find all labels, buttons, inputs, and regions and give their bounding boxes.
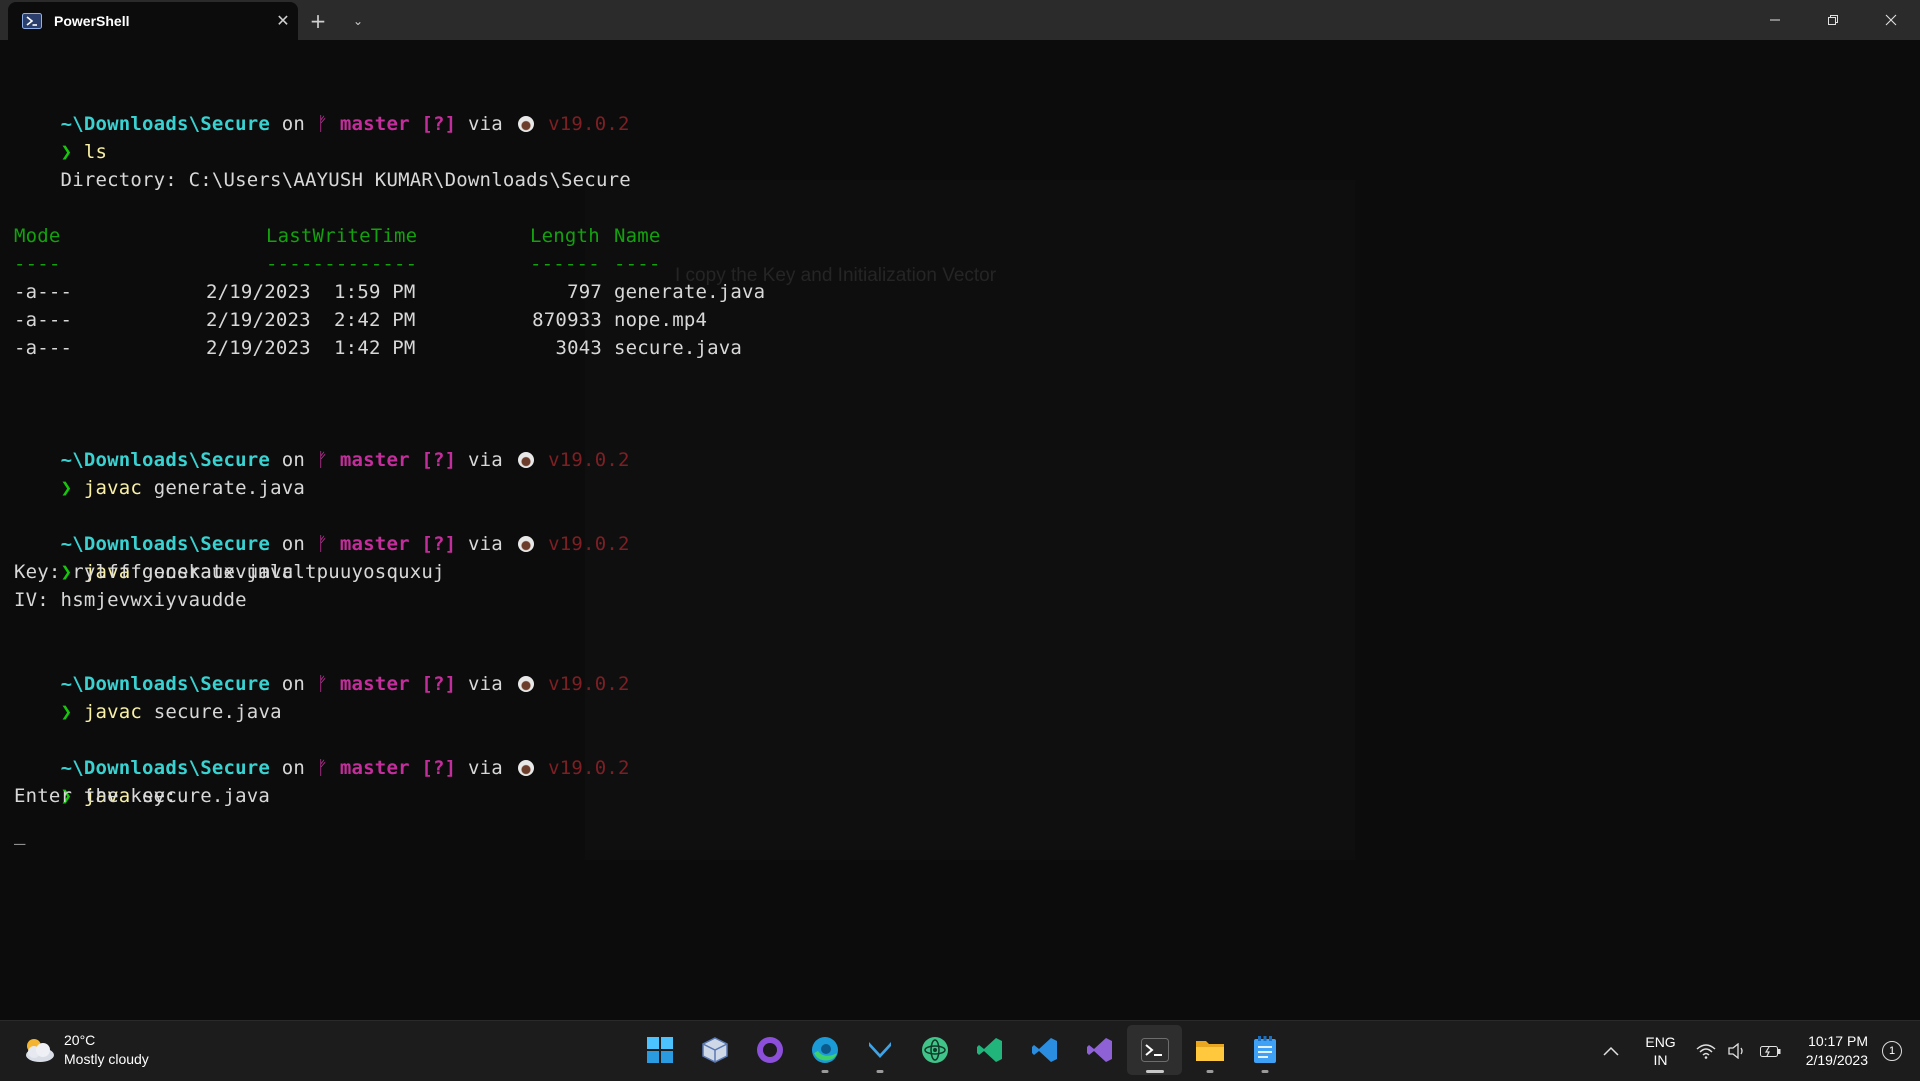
volume-icon[interactable] [1728,1043,1748,1059]
command-line: ❯ javac secure.java [60,701,282,723]
clock-time: 10:17 PM [1808,1033,1868,1049]
weather-condition: Mostly cloudy [64,1051,149,1067]
command-line: ❯ java secure.java [60,785,271,807]
terminal-pane[interactable]: I copy the Key and Initialization Vector… [0,40,1920,1020]
col-header-length: Length [530,225,600,247]
text-cursor[interactable]: _ [14,820,26,848]
git-branch-icon: ᚠ [316,533,329,555]
prompt-line: ~\Downloads\Secure on ᚠ master [?] via v… [60,533,630,555]
git-branch-icon: ᚠ [316,449,329,471]
node-icon [517,676,534,692]
clock-date: 2/19/2023 [1805,1052,1868,1068]
weather-temp: 20°C [64,1032,96,1048]
vscode-insiders-icon[interactable] [962,1025,1017,1075]
weather-widget[interactable]: 20°C Mostly cloudy [20,1031,149,1069]
atom-icon[interactable] [907,1025,962,1075]
prompt-line: ~\Downloads\Secure on ᚠ master [?] via v… [60,449,630,471]
restore-icon[interactable] [1804,0,1862,40]
command-line: ❯ ls [60,141,108,163]
github-desktop-icon[interactable] [742,1025,797,1075]
command-line: ❯ java generate.java [60,561,294,583]
prompt-line: ~\Downloads\Secure on ᚠ master [?] via v… [60,757,630,779]
node-icon [517,116,534,132]
language-indicator[interactable]: ENG IN [1645,1033,1675,1069]
terminal-icon[interactable] [1127,1025,1182,1075]
visual-studio-icon[interactable] [1072,1025,1127,1075]
node-icon [517,452,534,468]
output-iv-line: IV: hsmjevwxiyvaudde [14,589,247,611]
wifi-icon[interactable] [1696,1043,1716,1059]
table-row: -a--- [14,337,73,359]
col-header-mode: Mode [14,225,61,247]
system-tray: ENG IN 10:17 PM 2/19/2023 1 [1597,1021,1920,1081]
title-bar: PowerShell ✕ + ⌄ [0,0,1920,40]
virtualbox-icon[interactable] [687,1025,742,1075]
battery-icon[interactable] [1759,1044,1782,1058]
notification-badge[interactable]: 1 [1882,1041,1902,1061]
tab-powershell[interactable]: PowerShell ✕ [8,2,298,40]
node-icon [517,760,534,776]
node-icon [517,536,534,552]
chevron-down-icon[interactable]: ⌄ [338,2,378,40]
table-row: -a--- [14,309,73,331]
git-branch-icon: ᚠ [316,113,329,135]
vscode-icon[interactable] [1017,1025,1072,1075]
command-line: ❯ javac generate.java [60,477,305,499]
prompt-line: ~\Downloads\Secure on ᚠ master [?] via v… [60,673,630,695]
minimize-icon[interactable] [1746,0,1804,40]
col-header-lastwritetime: LastWriteTime [266,225,418,247]
table-row: -a--- [14,281,73,303]
close-icon[interactable] [1862,0,1920,40]
window-controls [1746,0,1920,40]
powershell-icon [22,13,42,29]
col-header-name: Name [614,225,661,247]
taskbar: 20°C Mostly cloudy ENG IN 10:17 PM 2/19/… [0,1020,1920,1081]
start-icon[interactable] [632,1025,687,1075]
clock[interactable]: 10:17 PM 2/19/2023 [1806,1032,1868,1070]
cursor-app-icon[interactable] [852,1025,907,1075]
prompt-line: ~\Downloads\Secure on ᚠ master [?] via v… [60,113,630,135]
output-key-line: Key: rylfffgooskauxvumlcltpuuyosquxuj [14,561,445,583]
tab-title: PowerShell [54,13,130,29]
file-explorer-icon[interactable] [1182,1025,1237,1075]
directory-line: Directory: C:\Users\AAYUSH KUMAR\Downloa… [14,169,631,191]
edge-icon[interactable] [797,1025,852,1075]
chevron-up-icon[interactable] [1603,1046,1619,1056]
git-branch-icon: ᚠ [316,673,329,695]
close-tab-icon[interactable]: ✕ [268,11,298,31]
enter-key-prompt: Enter the key: [14,785,177,807]
new-tab-button[interactable]: + [298,2,338,40]
taskbar-apps [632,1025,1292,1075]
cloudy-weather-icon [26,1039,54,1062]
git-branch-icon: ᚠ [316,757,329,779]
notepad-icon[interactable] [1237,1025,1292,1075]
